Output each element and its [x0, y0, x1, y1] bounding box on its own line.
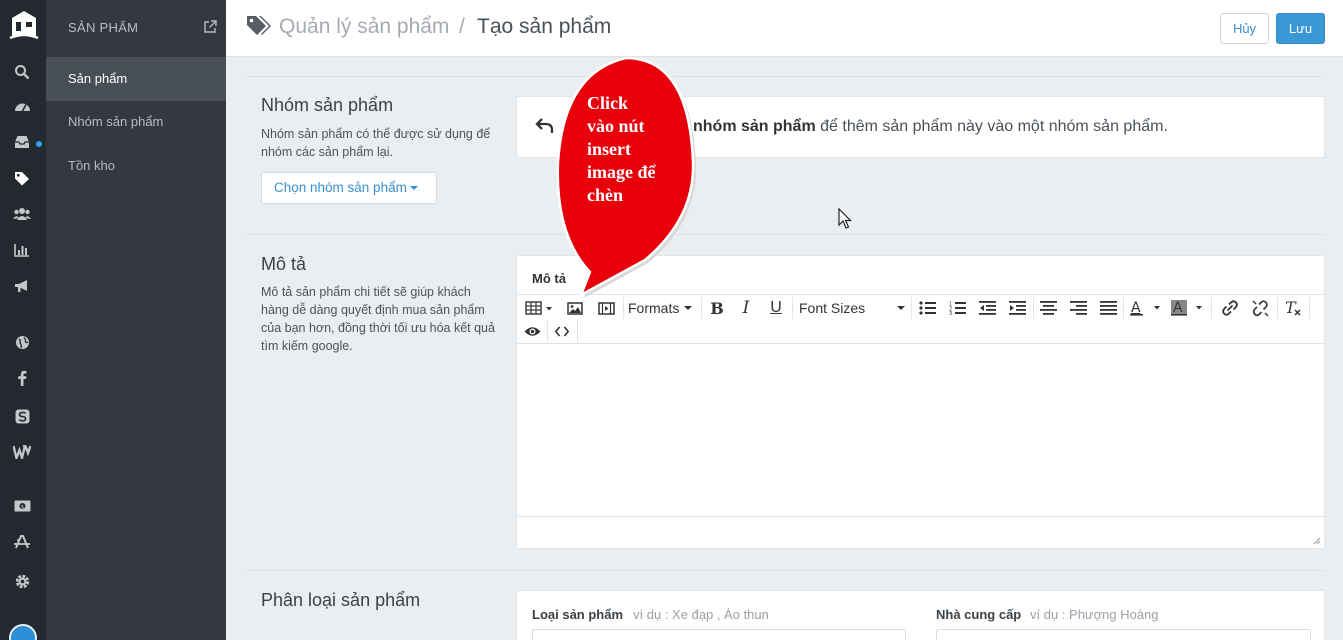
svg-text:T: T — [1285, 300, 1297, 316]
tags-icon[interactable] — [12, 168, 32, 188]
sidebar-item-product-groups[interactable]: Nhóm sản phẩm — [46, 100, 226, 144]
search-icon[interactable] — [12, 62, 32, 82]
customers-icon[interactable] — [12, 204, 32, 224]
page-header: Quản lý sản phẩm / Tạo sản phẩm Hủy Lưu — [226, 0, 1343, 57]
toolbar-separator — [792, 297, 793, 319]
sidebar-item-products[interactable]: Sản phẩm — [46, 57, 226, 101]
toolbar-separator — [1033, 297, 1034, 319]
indent-icon[interactable] — [1006, 296, 1028, 320]
notification-dot — [36, 141, 42, 147]
marketing-megaphone-icon[interactable] — [12, 276, 32, 296]
callout-line: chèn — [587, 185, 623, 205]
sidebar-header: SẢN PHẨM — [68, 20, 139, 35]
reports-icon[interactable] — [12, 240, 32, 260]
toolbar-separator — [1123, 297, 1124, 319]
store-logo-icon[interactable] — [8, 8, 40, 42]
align-justify-icon[interactable] — [1097, 296, 1119, 320]
website-globe-icon[interactable] — [12, 332, 32, 352]
inbox-icon[interactable] — [12, 132, 32, 152]
choose-group-dropdown[interactable]: Chọn nhóm sản phẩm — [261, 172, 437, 204]
link-icon[interactable] — [1219, 296, 1241, 320]
vendor-input[interactable] — [936, 629, 1311, 640]
divider — [246, 76, 1324, 77]
description-section-title: Mô tả — [261, 254, 307, 274]
svg-text:3: 3 — [949, 311, 952, 315]
divider — [246, 234, 1324, 235]
channel-s-icon[interactable] — [12, 406, 32, 426]
group-hint-text: nhóm sản phẩm để thêm sản phẩm này vào m… — [693, 118, 1168, 136]
settings-gear-icon[interactable] — [12, 571, 32, 591]
bullet-list-icon[interactable] — [916, 296, 938, 320]
callout-line: image để — [587, 162, 656, 182]
vendor-label: Nhà cung cấp — [936, 607, 1022, 622]
callout-line: Click — [587, 93, 629, 113]
dashboard-icon[interactable] — [12, 96, 32, 116]
toolbar-separator — [547, 320, 548, 342]
toolbar-separator — [911, 297, 912, 319]
align-center-icon[interactable] — [1037, 296, 1059, 320]
classification-section-title: Phân loại sản phẩm — [261, 590, 421, 610]
callout-line: vào nút — [587, 116, 645, 136]
group-hint-bold[interactable]: nhóm sản phẩm — [693, 118, 816, 135]
icon-rail: $ — [0, 0, 46, 640]
italic-icon[interactable]: I — [735, 296, 757, 320]
unlink-icon[interactable] — [1249, 296, 1271, 320]
resize-handle-icon[interactable] — [1313, 537, 1321, 545]
font-sizes-label: Font Sizes — [799, 300, 866, 316]
callout-line: insert — [587, 139, 631, 159]
outdent-icon[interactable] — [976, 296, 998, 320]
product-type-label: Loại sản phẩm — [532, 607, 624, 622]
svg-text:A: A — [1173, 300, 1183, 316]
breadcrumb-separator: / — [459, 15, 465, 38]
product-type-input[interactable] — [532, 629, 906, 640]
editor-statusbar — [517, 516, 1324, 548]
preview-eye-icon[interactable] — [521, 319, 543, 343]
vendor-hint: ví dụ : Phượng Hoàng — [1030, 607, 1159, 622]
underline-icon[interactable]: U — [765, 296, 787, 320]
numbered-list-icon[interactable]: 123 — [946, 296, 968, 320]
callout-text: Click vào nút insert image để chèn — [587, 92, 687, 207]
cash-icon[interactable]: $ — [12, 496, 32, 516]
user-avatar[interactable] — [9, 624, 37, 640]
toolbar-separator — [1277, 297, 1278, 319]
svg-text:A: A — [1131, 300, 1141, 316]
group-hint-rest: để thêm sản phẩm này vào một nhóm sản ph… — [815, 118, 1168, 135]
svg-text:$: $ — [20, 504, 24, 510]
divider — [246, 570, 1324, 571]
channel-w-icon[interactable] — [12, 442, 32, 462]
align-right-icon[interactable] — [1067, 296, 1089, 320]
description-section-text: Mô tả sản phẩm chi tiết sẽ giúp khách hà… — [261, 285, 495, 353]
cancel-button[interactable]: Hủy — [1220, 13, 1269, 44]
clear-formatting-icon[interactable]: T — [1282, 296, 1304, 320]
caret-down-icon — [897, 306, 905, 310]
background-color-icon[interactable]: A — [1170, 296, 1206, 320]
caret-down-icon — [409, 186, 418, 191]
sidebar-item-inventory[interactable]: Tồn kho — [46, 144, 226, 188]
product-sidebar: SẢN PHẨM Sản phẩm Nhóm sản phẩm Tồn kho — [46, 0, 226, 640]
bold-icon[interactable]: B — [706, 296, 728, 320]
classification-card: Loại sản phẩm ví dụ : Xe đạp , Áo thun N… — [516, 590, 1325, 640]
apps-icon[interactable] — [12, 532, 32, 552]
page-title: Tạo sản phẩm — [477, 15, 612, 38]
breadcrumb-parent[interactable]: Quản lý sản phẩm — [279, 15, 449, 39]
facebook-icon[interactable] — [12, 368, 32, 388]
tags-icon — [247, 16, 271, 35]
toolbar-separator — [1309, 297, 1310, 319]
group-section-title: Nhóm sản phẩm — [261, 95, 394, 115]
mouse-cursor-icon — [838, 208, 852, 229]
external-link-icon[interactable] — [203, 20, 217, 34]
choose-group-label: Chọn nhóm sản phẩm — [274, 180, 407, 195]
toolbar-separator — [701, 297, 702, 319]
product-type-hint: ví dụ : Xe đạp , Áo thun — [633, 607, 769, 622]
toolbar-separator — [1211, 297, 1212, 319]
font-sizes-dropdown[interactable]: Font Sizes — [799, 296, 905, 320]
save-button[interactable]: Lưu — [1276, 13, 1325, 44]
editor-content-area[interactable] — [517, 344, 1324, 516]
text-color-icon[interactable]: A — [1128, 296, 1164, 320]
group-section-description: Nhóm sản phẩm có thể được sử dụng để nhó… — [261, 127, 491, 159]
